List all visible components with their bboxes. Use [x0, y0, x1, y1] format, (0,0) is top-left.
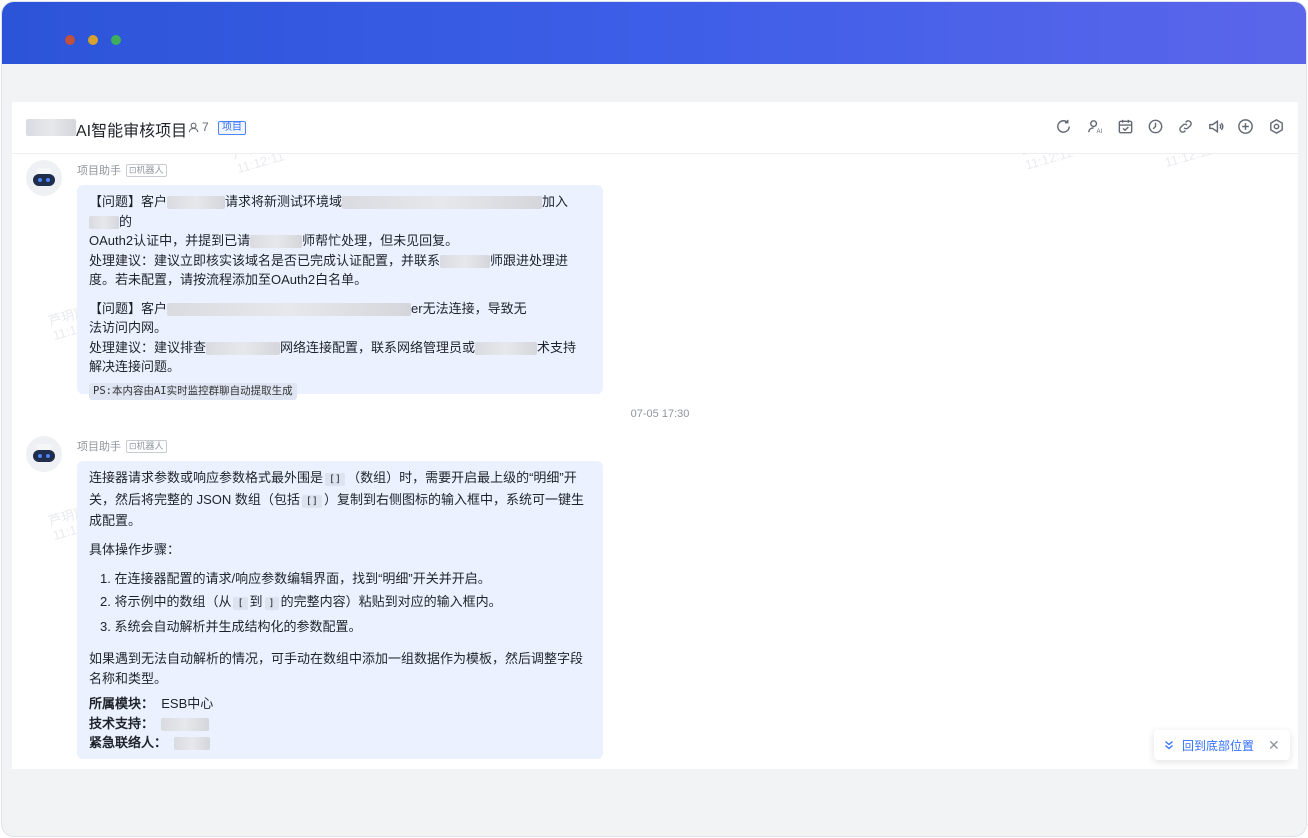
message-timestamp: 07-05 17:30 [630, 408, 690, 420]
redacted-text [174, 737, 211, 751]
intro-text: 成配置。 [89, 513, 142, 528]
robot-icon [33, 444, 55, 462]
fallback-text: 名称和类型。 [89, 670, 168, 686]
suggestion-line: 处理建议：建议排查 网络连接配置，联系网络管理员或 术支持 [89, 339, 577, 355]
issue-line: 【问题】客户 请求将新测试环境域 加入的 [89, 194, 569, 229]
calendar-icon[interactable] [1114, 115, 1136, 137]
issue-line: OAuth2认证中，并提到已请 师帮忙处理，但未见回复。 [89, 233, 459, 249]
svg-text:AI: AI [1096, 128, 1102, 135]
inline-code: [] [301, 494, 322, 508]
issue-line: 法访问内网。 [89, 320, 168, 335]
step-item: 2. 将示例中的数组（从[到] 的完整内容）粘贴到对应的输入框内。 [100, 594, 502, 610]
issue-line: 【问题】客户 er无法连接，导致无 [89, 300, 527, 316]
redacted-text [89, 215, 119, 229]
announcement-icon[interactable] [1204, 115, 1226, 137]
clock-icon[interactable] [1144, 115, 1166, 137]
bot-avatar[interactable] [26, 436, 62, 472]
close-window-button[interactable] [65, 35, 75, 45]
members-icon [188, 122, 199, 132]
suggestion-line: 解决连接问题。 [89, 359, 181, 374]
minimize-window-button[interactable] [88, 35, 98, 45]
bot-label: ⊡机器人 [126, 439, 167, 453]
chat-header: AI智能审核项目 7 项目 AI [12, 102, 1298, 154]
maximize-window-button[interactable] [111, 35, 121, 45]
redacted-text [167, 302, 412, 316]
inline-code: [] [325, 473, 346, 486]
suggestion-line: 度。若未配置，请按流程添加至OAuth2白名单。 [89, 272, 368, 287]
back-to-bottom-button[interactable]: 回到底部位置 [1182, 737, 1254, 754]
bot-avatar[interactable] [26, 160, 62, 196]
steps-title: 具体操作步骤： [89, 541, 181, 557]
support-row: 技术支持： [89, 714, 591, 734]
member-count[interactable]: 7 [188, 120, 209, 134]
message-sender: 项目助手 ⊡机器人 [77, 162, 167, 178]
inline-code: ] [264, 597, 279, 610]
sender-name[interactable]: 项目助手 [77, 162, 121, 178]
close-icon[interactable]: ✕ [1268, 737, 1280, 754]
chat-panel: 芦玥宸11:12:11 2026-07-1011:12:11 芦玥宸11:12:… [12, 102, 1298, 769]
redacted-text [475, 341, 538, 355]
bot-label: ⊡机器人 [126, 163, 167, 177]
contact-row: 紧急联络人： [89, 733, 591, 753]
message-bubble[interactable]: 连接器请求参数或响应参数格式最外围是[] （数组）时，需要开启最上级的“明细”开 … [77, 461, 603, 759]
fallback-text: 如果遇到无法自动解析的情况，可手动在数组中添加一组数据作为模板，然后调整字段 [89, 651, 584, 666]
redacted-text [440, 254, 491, 268]
suggestion-line: 处理建议：建议立即核实该域名是否已完成认证配置，并联系 师跟进处理进 [89, 252, 569, 268]
redacted-text [167, 196, 226, 210]
redacted-text [161, 717, 210, 731]
project-tag: 项目 [218, 121, 246, 135]
settings-icon[interactable] [1265, 115, 1287, 137]
add-icon[interactable] [1234, 115, 1256, 137]
link-icon[interactable] [1174, 115, 1196, 137]
step-item: 3. 系统会自动解析并生成结构化的参数配置。 [100, 619, 362, 634]
member-count-value: 7 [202, 120, 209, 134]
ai-generated-note: PS:本内容由AI实时监控群聊自动提取生成 [89, 382, 297, 400]
back-to-bottom-toast: 回到底部位置 ✕ [1154, 730, 1290, 760]
ai-user-icon[interactable]: AI [1084, 115, 1106, 137]
redacted-text [250, 235, 303, 249]
robot-icon [33, 168, 55, 186]
refresh-icon[interactable] [1052, 115, 1074, 137]
redacted-text [26, 119, 76, 136]
module-row: 所属模块： ESB中心 [89, 696, 214, 711]
title-bar [2, 2, 1306, 64]
intro-text: 关，然后将完整的 JSON 数组（包括[] ）复制到右侧图标的输入框中，系统可一键… [89, 491, 584, 508]
message-bubble[interactable]: 【问题】客户 请求将新测试环境域 加入的 OAuth2认证中，并提到已请 师帮忙处理，… [77, 185, 603, 400]
app-window: 芦玥宸11:12:11 2026-07-1011:12:11 芦玥宸11:12:… [2, 2, 1306, 836]
intro-text: 连接器请求参数或响应参数格式最外围是[] （数组）时，需要开启最上级的“明细”开 [89, 470, 577, 486]
redacted-text [342, 196, 543, 210]
sender-name[interactable]: 项目助手 [77, 438, 121, 454]
step-item: 1. 在连接器配置的请求/响应参数编辑界面，找到“明细”开关并开启。 [100, 571, 491, 586]
message-sender: 项目助手 ⊡机器人 [77, 438, 167, 454]
inline-code: [ [233, 597, 248, 610]
redacted-text [206, 341, 281, 355]
double-chevron-down-icon [1165, 741, 1173, 750]
chat-title[interactable]: AI智能审核项目 [76, 117, 187, 141]
